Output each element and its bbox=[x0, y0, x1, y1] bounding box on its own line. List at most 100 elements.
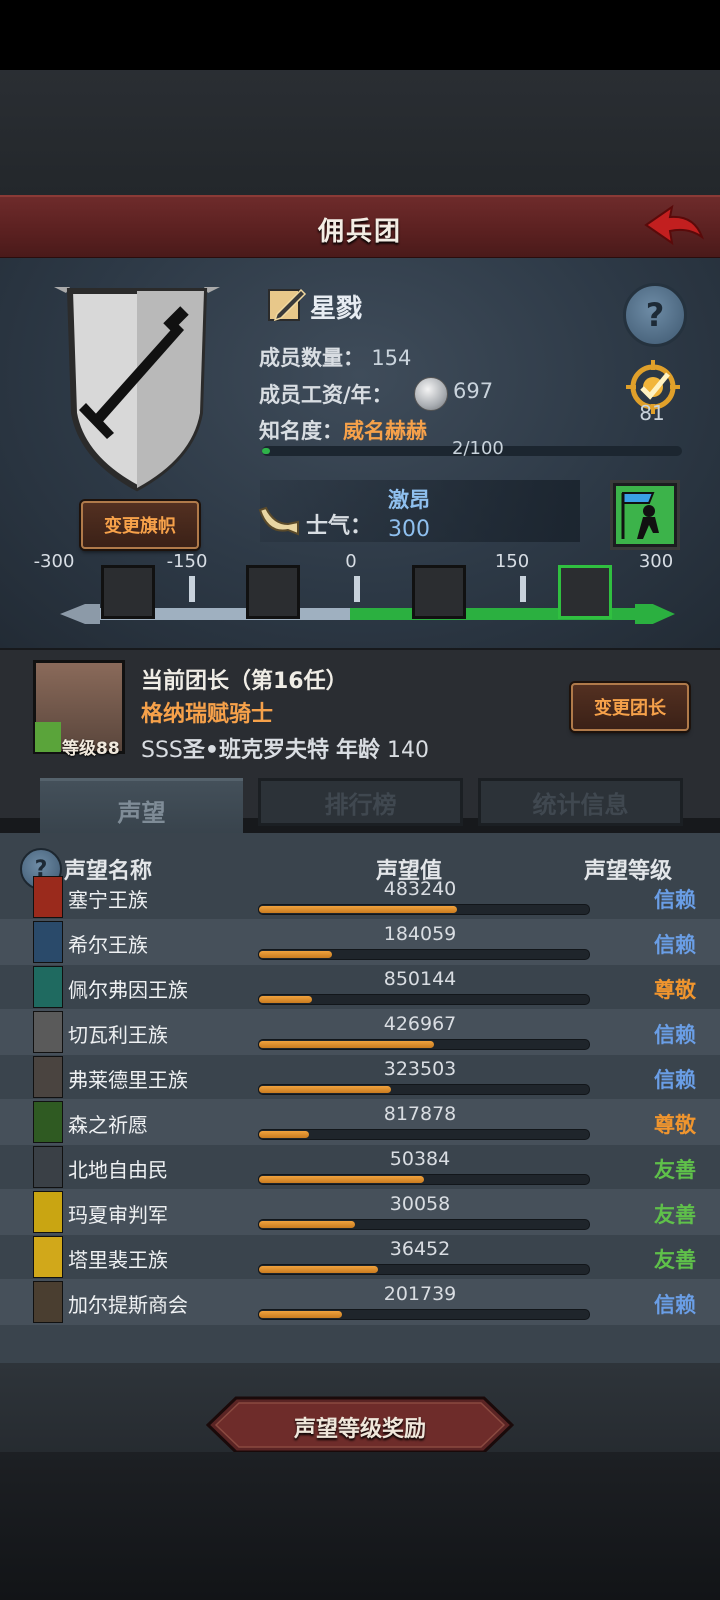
status-bar-area bbox=[0, 0, 720, 70]
morale-state: 激昂 bbox=[388, 488, 430, 512]
reputation-progress-fill bbox=[259, 1041, 434, 1048]
faction-crest-icon bbox=[33, 1146, 63, 1188]
back-arrow-icon[interactable] bbox=[642, 203, 706, 249]
faction-name: 森之祈愿 bbox=[68, 1113, 148, 1137]
edit-name-icon[interactable] bbox=[267, 286, 307, 324]
change-flag-button[interactable]: 变更旗帜 bbox=[81, 501, 199, 549]
sad-figure-icon[interactable] bbox=[246, 565, 300, 619]
scale-marker bbox=[520, 576, 526, 602]
reputation-progress-fill bbox=[259, 996, 312, 1003]
reputation-reward-label: 声望等级奖励 bbox=[293, 1417, 426, 1442]
background-band bbox=[0, 70, 720, 195]
change-leader-button[interactable]: 变更团长 bbox=[571, 683, 689, 731]
faction-name: 切瓦利王族 bbox=[68, 1023, 168, 1047]
salary-value: 697 bbox=[453, 379, 494, 403]
reputation-value: 36452 bbox=[389, 1238, 451, 1260]
age-value: 140 bbox=[386, 738, 429, 763]
class-icon bbox=[35, 722, 61, 752]
list-item[interactable]: 加尔提斯商会 201739 信赖 bbox=[0, 1279, 720, 1325]
faction-name: 塔里裴王族 bbox=[68, 1248, 168, 1272]
silver-coin-icon bbox=[414, 377, 448, 411]
faction-crest-icon bbox=[33, 1281, 63, 1323]
reputation-value: 850144 bbox=[383, 968, 457, 990]
list-item[interactable]: 切瓦利王族 426967 信赖 bbox=[0, 1009, 720, 1055]
fame-progress-text: 2/100 bbox=[452, 438, 504, 459]
reputation-progress-bar bbox=[258, 1084, 590, 1095]
reputation-level: 信赖 bbox=[654, 1068, 696, 1092]
reputation-progress-bar bbox=[258, 949, 590, 960]
reputation-progress-bar bbox=[258, 1264, 590, 1275]
list-item[interactable]: 玛夏审判军 30058 友善 bbox=[0, 1189, 720, 1235]
list-item[interactable]: 塞宁王族 483240 信赖 bbox=[0, 874, 720, 920]
leader-rank: SSS bbox=[141, 738, 183, 763]
tab-statistics[interactable]: 统计信息 bbox=[478, 778, 683, 826]
faction-crest-icon bbox=[33, 1056, 63, 1098]
leader-class: 格纳瑞赋骑士 bbox=[141, 702, 274, 727]
reputation-value: 184059 bbox=[383, 923, 457, 945]
scale-tick: 150 bbox=[494, 551, 530, 572]
reputation-level: 尊敬 bbox=[654, 978, 696, 1002]
help-icon[interactable]: ? bbox=[623, 283, 687, 347]
reputation-progress-fill bbox=[259, 951, 332, 958]
tab-reputation[interactable]: 声望 bbox=[40, 778, 243, 839]
reputation-progress-bar bbox=[258, 1219, 590, 1230]
title-bar: 佣兵团 bbox=[0, 195, 720, 260]
faction-crest-icon bbox=[33, 1011, 63, 1053]
list-item[interactable]: 森之祈愿 817878 尊敬 bbox=[0, 1099, 720, 1145]
fame-progress-fill bbox=[262, 448, 271, 454]
list-item[interactable]: 弗莱德里王族 323503 信赖 bbox=[0, 1054, 720, 1100]
reputation-progress-fill bbox=[259, 1311, 342, 1318]
reputation-progress-fill bbox=[259, 1221, 355, 1228]
reputation-progress-bar bbox=[258, 1174, 590, 1185]
guild-name: 星戮 bbox=[310, 294, 363, 324]
reputation-progress-fill bbox=[259, 1176, 424, 1183]
faction-name: 希尔王族 bbox=[68, 933, 148, 957]
reputation-progress-bar bbox=[258, 1129, 590, 1140]
reputation-level: 友善 bbox=[654, 1203, 696, 1227]
reputation-level: 信赖 bbox=[654, 933, 696, 957]
faction-name: 加尔提斯商会 bbox=[68, 1293, 188, 1317]
reputation-progress-fill bbox=[259, 906, 457, 913]
salary-label: 成员工资/年： bbox=[259, 383, 393, 407]
reputation-level: 信赖 bbox=[654, 1023, 696, 1047]
fame-row: 知名度：威名赫赫 bbox=[259, 415, 427, 445]
reputation-progress-bar bbox=[258, 1309, 590, 1320]
despair-eye-icon[interactable] bbox=[101, 565, 155, 619]
guild-shield-icon bbox=[54, 287, 220, 492]
faction-crest-icon bbox=[33, 1236, 63, 1278]
age-label: 年龄 bbox=[335, 738, 380, 763]
tab-leaderboard[interactable]: 排行榜 bbox=[258, 778, 463, 826]
reputation-progress-fill bbox=[259, 1131, 309, 1138]
calm-figure-icon[interactable] bbox=[412, 565, 466, 619]
rally-banner-icon[interactable] bbox=[558, 565, 612, 619]
faction-name: 北地自由民 bbox=[68, 1158, 168, 1182]
fame-value: 威名赫赫 bbox=[343, 419, 427, 443]
reputation-value: 201739 bbox=[383, 1283, 457, 1305]
reputation-value: 50384 bbox=[389, 1148, 451, 1170]
morale-banner-icon[interactable] bbox=[610, 480, 680, 550]
morale-value: 300 bbox=[388, 517, 430, 542]
leader-info: SSS圣•班克罗夫特 年龄 140 bbox=[141, 732, 429, 764]
page-title: 佣兵团 bbox=[317, 217, 402, 247]
scale-tick: -300 bbox=[33, 551, 75, 572]
scale-tick: -150 bbox=[166, 551, 208, 572]
scale-marker bbox=[189, 576, 195, 602]
reputation-progress-bar bbox=[258, 904, 590, 915]
faction-name: 玛夏审判军 bbox=[68, 1203, 168, 1227]
members-row: 成员数量： 154 bbox=[259, 342, 411, 372]
faction-name: 弗莱德里王族 bbox=[68, 1068, 188, 1092]
reputation-progress-fill bbox=[259, 1266, 378, 1273]
scale-marker bbox=[354, 576, 360, 602]
horn-icon bbox=[258, 506, 299, 536]
faction-crest-icon bbox=[33, 1191, 63, 1233]
leader-name: 圣•班克罗夫特 bbox=[182, 738, 329, 763]
list-item[interactable]: 塔里裴王族 36452 友善 bbox=[0, 1234, 720, 1280]
list-item[interactable]: 北地自由民 50384 友善 bbox=[0, 1144, 720, 1190]
bottom-band bbox=[0, 1452, 720, 1600]
list-item[interactable]: 希尔王族 184059 信赖 bbox=[0, 919, 720, 965]
fame-label: 知名度： bbox=[259, 419, 343, 443]
leader-title: 当前团长（第16任） bbox=[141, 669, 348, 694]
list-item[interactable]: 佩尔弗因王族 850144 尊敬 bbox=[0, 964, 720, 1010]
reputation-value: 817878 bbox=[383, 1103, 457, 1125]
scale-tick: 300 bbox=[638, 551, 674, 572]
